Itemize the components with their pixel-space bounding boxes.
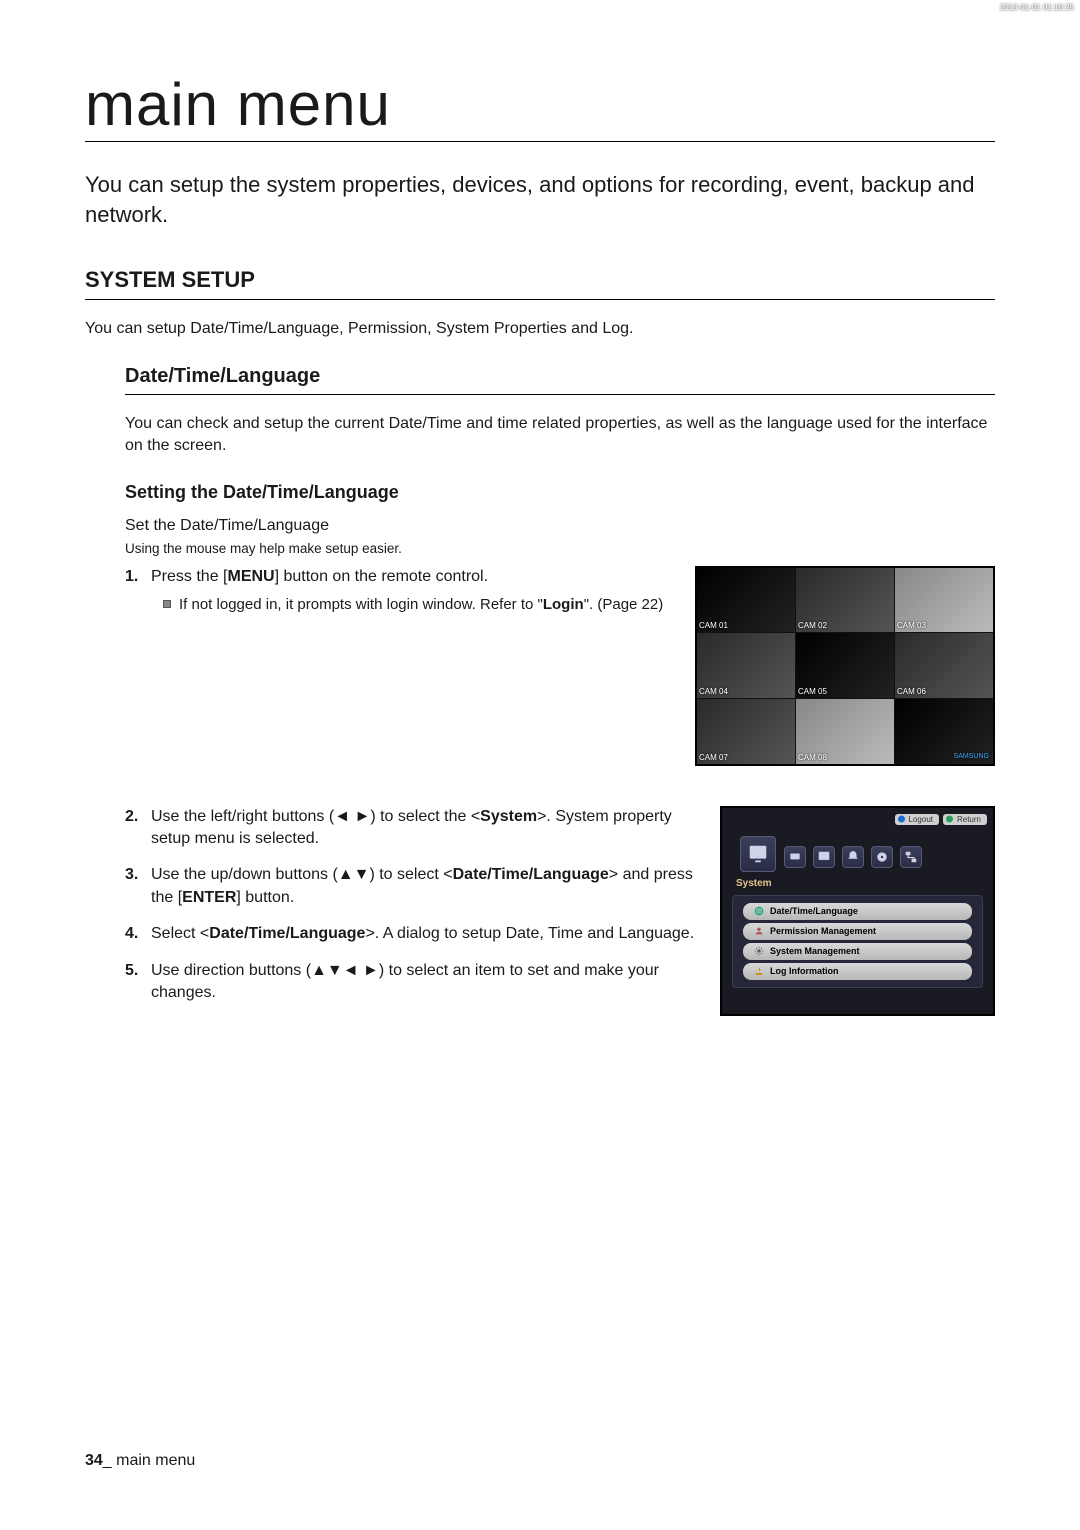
step-bold: MENU xyxy=(227,568,274,585)
step-text: Use direction buttons (▲▼◄ ►) to select … xyxy=(151,962,659,1001)
step-bold: System xyxy=(480,808,537,825)
cam-label: CAM 07 xyxy=(699,753,728,762)
step-text: ] button on the remote control. xyxy=(275,568,488,585)
page-number: 34 xyxy=(85,1452,103,1469)
menu-item-label: Permission Management xyxy=(770,926,876,936)
page-intro: You can setup the system properties, dev… xyxy=(85,170,995,229)
cam-label: CAM 04 xyxy=(699,687,728,696)
camera-timestamp: 2013-01-01 01:10:25 xyxy=(1000,3,1074,12)
bullet-bold: Login xyxy=(543,596,584,613)
heading-system-setup: SYSTEM SETUP xyxy=(85,267,995,300)
menu-item-label: System Management xyxy=(770,946,860,956)
user-icon xyxy=(753,926,764,937)
step-5: Use direction buttons (▲▼◄ ►) to select … xyxy=(125,960,700,1005)
step-text: Press the [ xyxy=(151,568,227,585)
step-text: ] button. xyxy=(236,889,294,906)
mouse-tip: Using the mouse may help make setup easi… xyxy=(125,541,995,556)
device-tab-icon[interactable] xyxy=(784,846,806,868)
bullet-text: ". (Page 22) xyxy=(584,596,664,613)
menu-item-system-management[interactable]: System Management xyxy=(743,943,972,960)
menu-item-log-info[interactable]: Log Information xyxy=(743,963,972,980)
page-footer: 34_ main menu xyxy=(85,1452,195,1470)
menu-item-permission[interactable]: Permission Management xyxy=(743,923,972,940)
step-4: Select <Date/Time/Language>. A dialog to… xyxy=(125,923,700,945)
backup-tab-icon[interactable] xyxy=(871,846,893,868)
step-bold: Date/Time/Language xyxy=(209,925,365,942)
step-text: Use the up/down buttons (▲▼) to select < xyxy=(151,866,453,883)
bullet-text: If not logged in, it prompts with login … xyxy=(179,596,543,613)
menu-section-title: System xyxy=(736,878,983,889)
camera-grid-screenshot: 2013-01-01 01:10:25 CAM 01 CAM 02 CAM 03… xyxy=(695,566,995,766)
page-title: main menu xyxy=(85,70,995,142)
event-tab-icon[interactable] xyxy=(842,846,864,868)
menu-item-label: Log Information xyxy=(770,966,839,976)
step-3: Use the up/down buttons (▲▼) to select <… xyxy=(125,864,700,909)
step-text: >. A dialog to setup Date, Time and Lang… xyxy=(365,925,694,942)
step-1: Press the [MENU] button on the remote co… xyxy=(125,566,675,615)
heading-date-time-language: Date/Time/Language xyxy=(125,365,995,395)
date-time-language-desc: You can check and setup the current Date… xyxy=(125,413,995,458)
menu-item-label: Date/Time/Language xyxy=(770,906,858,916)
step-text: Use the left/right buttons (◄ ►) to sele… xyxy=(151,808,480,825)
system-setup-desc: You can setup Date/Time/Language, Permis… xyxy=(85,318,995,340)
return-button[interactable]: Return xyxy=(943,814,987,825)
cam-label: CAM 03 xyxy=(897,621,926,630)
cam-label: CAM 05 xyxy=(798,687,827,696)
system-menu-screenshot: Logout Return xyxy=(720,806,995,1016)
cam-label: CAM 01 xyxy=(699,621,728,630)
globe-icon xyxy=(753,906,764,917)
system-menu-list: Date/Time/Language Permission Management… xyxy=(732,895,983,988)
cam-label: CAM 02 xyxy=(798,621,827,630)
gear-icon xyxy=(753,946,764,957)
heading-setting-dtl: Setting the Date/Time/Language xyxy=(125,482,995,503)
footer-label: main menu xyxy=(116,1452,195,1469)
cam-label: CAM 06 xyxy=(897,687,926,696)
step-text: Select < xyxy=(151,925,209,942)
logout-button[interactable]: Logout xyxy=(895,814,939,825)
system-tab-icon[interactable] xyxy=(740,836,776,872)
network-tab-icon[interactable] xyxy=(900,846,922,868)
step-bold: Date/Time/Language xyxy=(453,866,609,883)
menu-item-date-time-language[interactable]: Date/Time/Language xyxy=(743,903,972,920)
set-dtl-line: Set the Date/Time/Language xyxy=(125,517,995,535)
brand-label: SAMSUNG xyxy=(954,753,989,760)
record-tab-icon[interactable] xyxy=(813,846,835,868)
footer-sep: _ xyxy=(103,1452,116,1469)
step-2: Use the left/right buttons (◄ ►) to sele… xyxy=(125,806,700,851)
step-1-bullet: If not logged in, it prompts with login … xyxy=(151,594,675,615)
cam-label: CAM 08 xyxy=(798,753,827,762)
step-bold: ENTER xyxy=(182,889,236,906)
log-icon xyxy=(753,966,764,977)
